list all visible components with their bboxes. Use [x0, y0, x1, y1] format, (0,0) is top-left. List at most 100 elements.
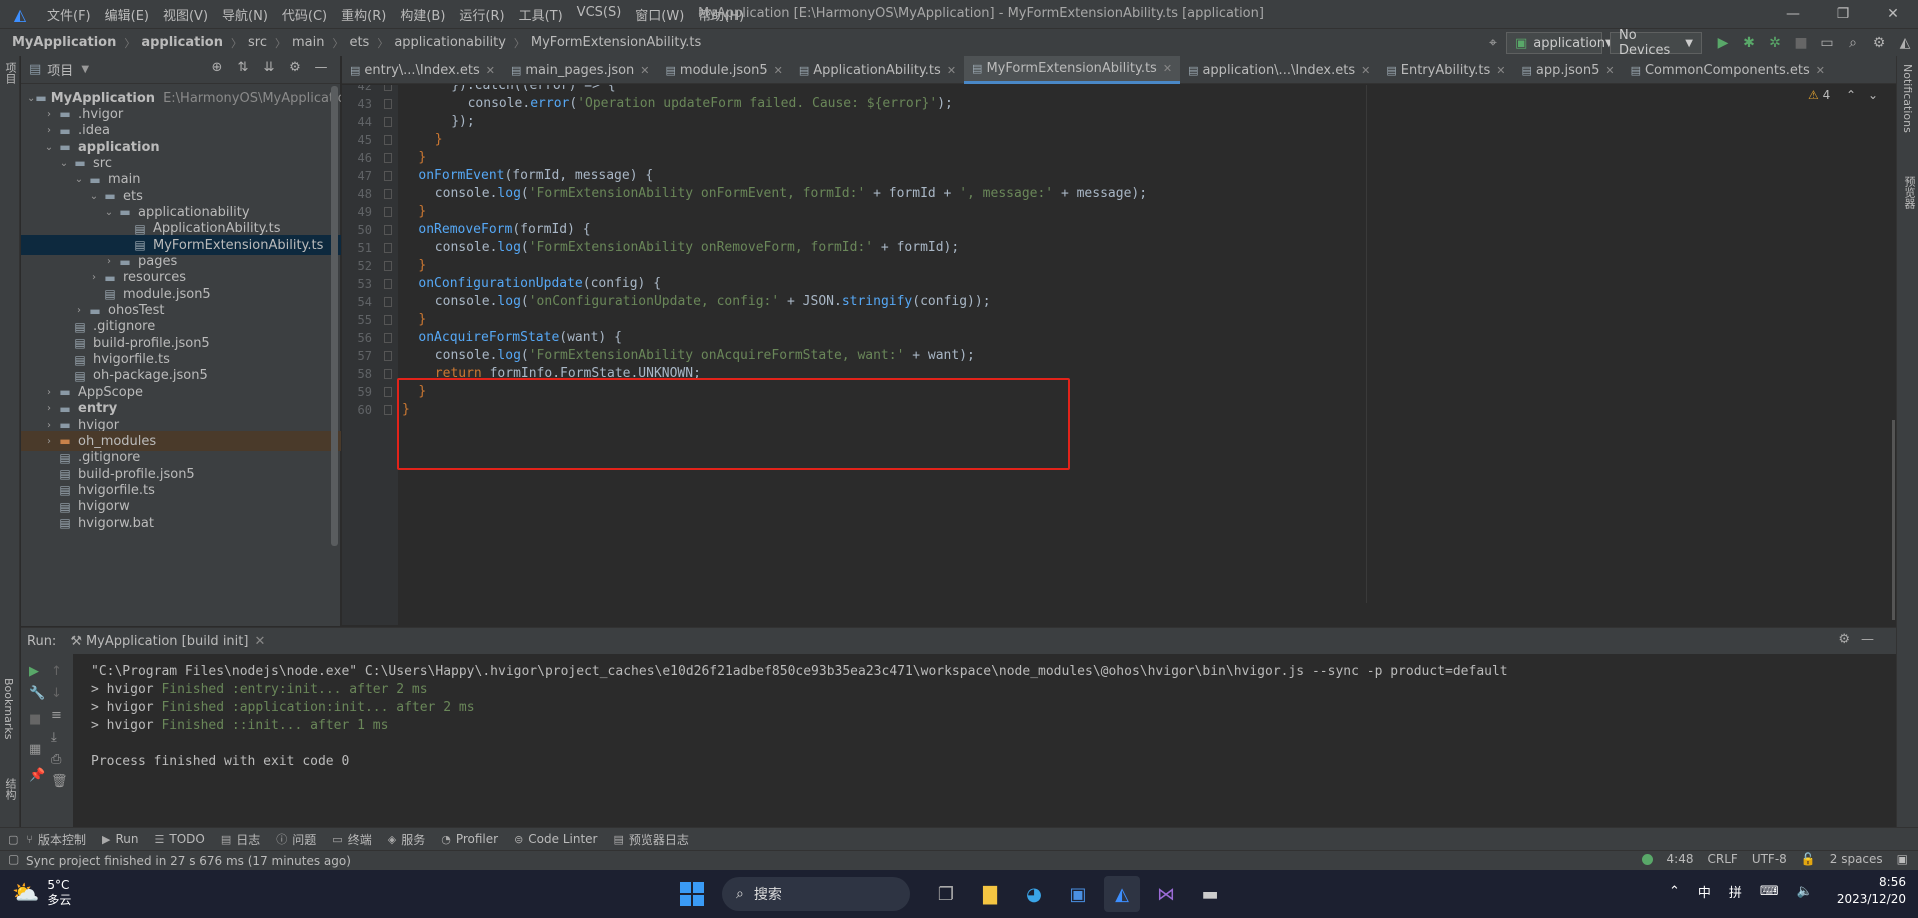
- tree-file-item[interactable]: ▤ hvigorw.bat: [21, 513, 341, 533]
- pin-icon[interactable]: 📌: [29, 768, 45, 783]
- file-encoding[interactable]: UTF-8: [1752, 852, 1787, 866]
- fold-marker-icon[interactable]: [384, 207, 392, 217]
- locate-file-icon[interactable]: ⊕: [204, 60, 230, 75]
- trash-icon[interactable]: 🗑: [51, 774, 68, 789]
- tool-window-button[interactable]: ⑂ 版本控制: [18, 831, 94, 848]
- expand-all-icon[interactable]: ⇅: [230, 60, 256, 75]
- notifications-tool-tab[interactable]: Notifications: [1901, 64, 1914, 133]
- harmony-logo-icon[interactable]: ◭: [1892, 35, 1918, 51]
- chevron-down-icon[interactable]: ⌄: [102, 207, 116, 218]
- fold-marker-icon[interactable]: [384, 85, 392, 91]
- tool-window-button[interactable]: ⓘ 问题: [268, 831, 324, 848]
- collapse-all-icon[interactable]: ⇊: [256, 60, 282, 75]
- run-icon[interactable]: ▶: [1710, 35, 1736, 51]
- fold-marker-icon[interactable]: [384, 333, 392, 343]
- code-line[interactable]: console.log('onConfigurationUpdate, conf…: [435, 291, 991, 313]
- editor-tab[interactable]: ▤ CommonComponents.ets ✕: [1623, 56, 1833, 84]
- caret-position[interactable]: 4:48: [1667, 852, 1694, 866]
- bookmarks-tool-tab[interactable]: Bookmarks: [2, 678, 15, 739]
- file-explorer-icon[interactable]: ▇: [972, 876, 1008, 912]
- close-tab-icon[interactable]: ✕: [1163, 62, 1172, 75]
- settings-icon[interactable]: ⚙: [1866, 35, 1892, 51]
- wrench-icon[interactable]: 🔧: [29, 686, 45, 701]
- memory-icon[interactable]: ▣: [1897, 852, 1908, 866]
- start-button[interactable]: [680, 882, 704, 906]
- close-tab-icon[interactable]: ✕: [1361, 64, 1370, 77]
- breadcrumb-item[interactable]: src: [242, 35, 267, 50]
- code-line[interactable]: console.log('FormExtensionAbility onRemo…: [435, 237, 959, 259]
- menu-item[interactable]: 代码(C): [275, 5, 334, 24]
- project-tool-tab[interactable]: 项目: [2, 62, 18, 84]
- close-tab-icon[interactable]: ✕: [1816, 64, 1825, 77]
- tool-window-button[interactable]: ▭ 终端: [324, 831, 379, 848]
- taskbar-search[interactable]: ⌕ 搜索: [722, 877, 910, 911]
- chevron-right-icon[interactable]: ›: [42, 436, 56, 447]
- menu-item[interactable]: 文件(F): [40, 5, 98, 24]
- close-button[interactable]: ✕: [1868, 0, 1918, 28]
- hide-panel-icon[interactable]: —: [1861, 632, 1874, 647]
- run-config-select[interactable]: ▣ application ▼: [1506, 32, 1613, 54]
- fold-marker-icon[interactable]: [384, 153, 392, 163]
- minimize-button[interactable]: —: [1768, 0, 1818, 28]
- editor-scrollbar[interactable]: [1892, 420, 1895, 620]
- project-panel-title[interactable]: 项目: [47, 60, 73, 79]
- fold-marker-icon[interactable]: [384, 261, 392, 271]
- terminal-icon[interactable]: ▬: [1192, 876, 1228, 912]
- clock[interactable]: 8:56 2023/12/20: [1837, 874, 1906, 908]
- fold-marker-icon[interactable]: [384, 279, 392, 289]
- fold-marker-icon[interactable]: [384, 135, 392, 145]
- line-separator[interactable]: CRLF: [1708, 852, 1738, 866]
- fold-marker-icon[interactable]: [384, 297, 392, 307]
- tree-scrollbar[interactable]: [331, 86, 338, 546]
- options-gear-icon[interactable]: ⚙: [282, 60, 308, 75]
- chevron-right-icon[interactable]: ›: [42, 387, 56, 398]
- scroll-down-icon[interactable]: ↓: [51, 686, 62, 701]
- structure-tool-tab[interactable]: 结构: [2, 778, 18, 800]
- fold-marker-icon[interactable]: [384, 117, 392, 127]
- code-editor[interactable]: 42 43 44 45 46 47 48 49 50 51 52 53 54 55 56 57 58 59 60 }…: [342, 85, 1896, 625]
- fold-marker-icon[interactable]: [384, 189, 392, 199]
- scroll-to-end-icon[interactable]: ⤓: [51, 730, 57, 745]
- chevron-up-icon[interactable]: ⌃: [1846, 88, 1856, 102]
- chevron-right-icon[interactable]: ›: [42, 420, 56, 431]
- breadcrumb-item[interactable]: main: [286, 35, 324, 50]
- debug-icon[interactable]: ✱: [1736, 35, 1762, 51]
- target-icon[interactable]: ⌖: [1480, 35, 1506, 51]
- code-line[interactable]: console.log('FormExtensionAbility onForm…: [435, 183, 1147, 205]
- menu-item[interactable]: 构建(B): [393, 5, 452, 24]
- panel-toggle-icon[interactable]: ▢: [8, 833, 18, 846]
- breadcrumb-item[interactable]: applicationability: [388, 35, 506, 50]
- fold-marker-icon[interactable]: [384, 405, 392, 415]
- lock-icon[interactable]: 🔓: [1801, 852, 1816, 866]
- scroll-up-icon[interactable]: ↑: [51, 664, 62, 679]
- breadcrumb-item[interactable]: ets: [343, 35, 369, 50]
- chevron-down-icon[interactable]: ⌄: [87, 191, 101, 202]
- editor-tab[interactable]: ▤ main_pages.json ✕: [503, 56, 658, 84]
- stop-icon[interactable]: ■: [29, 712, 41, 727]
- chevron-right-icon[interactable]: ›: [102, 256, 116, 267]
- editor-tab[interactable]: ▤ MyFormExtensionAbility.ts ✕: [964, 56, 1181, 84]
- stop-icon[interactable]: ■: [1788, 35, 1814, 51]
- menu-item[interactable]: 工具(T): [512, 5, 570, 24]
- status-message[interactable]: Sync project finished in 27 s 676 ms (17…: [26, 854, 351, 868]
- fold-marker-icon[interactable]: [384, 315, 392, 325]
- chevron-right-icon[interactable]: ›: [42, 125, 56, 136]
- menu-item[interactable]: 导航(N): [215, 5, 275, 24]
- layout-icon[interactable]: ▦: [29, 742, 41, 757]
- code-line[interactable]: });: [451, 111, 474, 133]
- device-select[interactable]: No Devices ▼: [1610, 28, 1702, 58]
- hide-panel-icon[interactable]: —: [308, 60, 334, 75]
- menu-item[interactable]: 窗口(W): [628, 5, 691, 24]
- chevron-up-icon[interactable]: ⌃: [1669, 884, 1680, 899]
- chevron-down-icon[interactable]: ⌄: [72, 174, 86, 185]
- network-icon[interactable]: ⌨: [1760, 884, 1779, 899]
- breadcrumb-item[interactable]: MyFormExtensionAbility.ts: [525, 35, 701, 50]
- chevron-down-icon[interactable]: ⌄: [1868, 88, 1878, 102]
- menu-item[interactable]: 运行(R): [452, 5, 511, 24]
- chevron-down-icon[interactable]: ⌄: [42, 142, 56, 153]
- close-tab-icon[interactable]: ✕: [254, 634, 265, 649]
- settings-icon[interactable]: ⚙: [1838, 632, 1850, 647]
- fold-marker-icon[interactable]: [384, 171, 392, 181]
- chevron-right-icon[interactable]: ›: [87, 272, 101, 283]
- inspection-indicator[interactable]: ⚠ 4 ⌃ ⌄: [1808, 88, 1878, 102]
